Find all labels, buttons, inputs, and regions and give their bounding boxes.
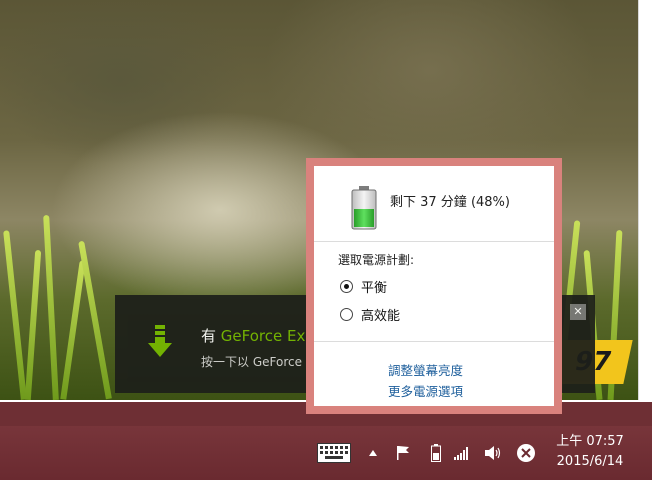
clock-date: 2015/6/14	[556, 454, 624, 469]
tray-close-button[interactable]	[514, 438, 538, 468]
toast-close-button[interactable]: ✕	[570, 304, 586, 320]
volume-icon	[485, 446, 501, 460]
plan-option-balanced[interactable]: 平衡	[340, 277, 387, 296]
radio-button-balanced[interactable]	[340, 280, 353, 293]
taskbar-clock[interactable]: 上午 07:57 2015/6/14	[540, 432, 640, 472]
flag-icon	[397, 446, 409, 460]
more-power-options-link[interactable]: 更多電源選項	[388, 381, 463, 400]
volume-tray-button[interactable]	[482, 438, 504, 468]
plan-option-label: 高效能	[361, 309, 401, 324]
power-plan-heading: 選取電源計劃:	[338, 253, 415, 267]
chevron-up-icon	[369, 450, 377, 456]
toast-body: 按一下以 GeForce	[201, 355, 302, 369]
power-flyout: 剩下 37 分鐘 (48%) 選取電源計劃: 平衡 高效能 調整螢幕亮度 更多電…	[306, 158, 562, 414]
toast-title: 有 GeForce Ex	[201, 325, 305, 346]
flyout-links-area: 調整螢幕亮度 更多電源選項	[314, 342, 554, 406]
window-frame-edge	[638, 0, 652, 400]
action-center-button[interactable]	[392, 438, 414, 468]
power-flyout-panel: 剩下 37 分鐘 (48%) 選取電源計劃: 平衡 高效能 調整螢幕亮度 更多電…	[314, 166, 554, 406]
touch-keyboard-button[interactable]	[315, 438, 353, 468]
grass-blade	[3, 230, 27, 400]
battery-icon	[431, 444, 441, 462]
toast-title-brand: GeForce Ex	[220, 327, 306, 345]
adjust-brightness-link[interactable]: 調整螢幕亮度	[388, 360, 463, 379]
battery-remaining-text: 剩下 37 分鐘 (48%)	[390, 195, 510, 210]
grass-blade	[78, 240, 112, 400]
plan-option-label: 平衡	[361, 281, 388, 296]
flyout-divider	[314, 241, 554, 242]
grass-blade	[43, 214, 59, 400]
clock-time: 上午 07:57	[556, 434, 624, 449]
toast-title-prefix: 有	[201, 327, 217, 345]
grass-blade	[60, 260, 86, 400]
grass-blade	[24, 249, 42, 400]
radio-button-high-performance[interactable]	[340, 308, 353, 321]
signal-icon	[454, 447, 468, 460]
battery-status-icon	[351, 186, 377, 230]
download-arrow-icon	[148, 325, 172, 357]
battery-tray-button[interactable]	[428, 438, 444, 468]
show-hidden-icons-button[interactable]	[365, 438, 381, 468]
plan-option-high-performance[interactable]: 高效能	[340, 305, 400, 324]
close-circle-icon	[517, 444, 535, 462]
keyboard-icon	[317, 443, 351, 463]
network-tray-button[interactable]	[451, 438, 473, 468]
